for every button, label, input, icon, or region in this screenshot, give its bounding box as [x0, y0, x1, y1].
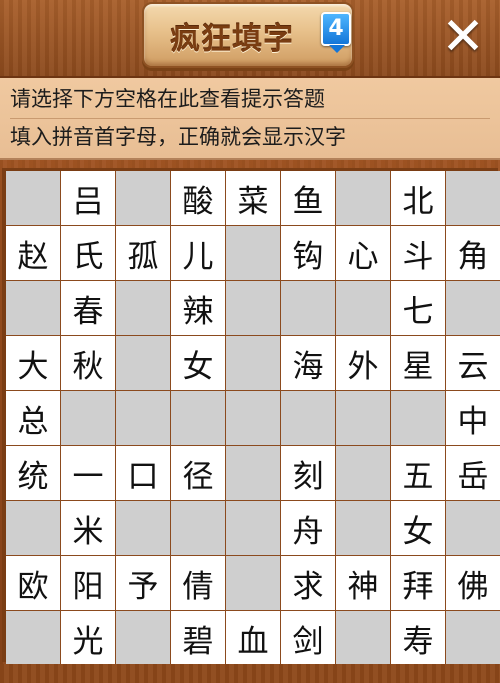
- grid-cell-filled[interactable]: 心: [336, 226, 390, 280]
- grid-cell-filled[interactable]: 吕: [61, 171, 115, 225]
- grid-cell-filled[interactable]: 径: [171, 446, 225, 500]
- grid-cell-blank: [226, 446, 280, 500]
- grid-cell-filled[interactable]: 鱼: [281, 171, 335, 225]
- grid-cell-filled[interactable]: 角: [446, 226, 500, 280]
- grid-cell-blank: [226, 556, 280, 610]
- grid-cell-blank: [336, 391, 390, 445]
- grid-cell-filled[interactable]: 辣: [171, 281, 225, 335]
- grid-cell-filled[interactable]: 斗: [391, 226, 445, 280]
- grid-cell-blank: [226, 226, 280, 280]
- grid-cell-blank: [391, 391, 445, 445]
- grid-cell-filled[interactable]: 佛: [446, 556, 500, 610]
- grid-cell-blank: [116, 391, 170, 445]
- grid-cell-filled[interactable]: 拜: [391, 556, 445, 610]
- grid-cell-filled[interactable]: 外: [336, 336, 390, 390]
- hint-line-1: 请选择下方空格在此查看提示答题: [10, 80, 490, 119]
- grid-cell-filled[interactable]: 五: [391, 446, 445, 500]
- grid-cell-filled[interactable]: 倩: [171, 556, 225, 610]
- grid-cell-blank: [226, 281, 280, 335]
- grid-cell-filled[interactable]: 海: [281, 336, 335, 390]
- grid-cell-blank: [171, 501, 225, 555]
- grid-cell-blank: [336, 611, 390, 665]
- grid-cell-filled[interactable]: 氏: [61, 226, 115, 280]
- grid-cell-filled[interactable]: 口: [116, 446, 170, 500]
- grid-cell-filled[interactable]: 中: [446, 391, 500, 445]
- grid-cell-filled[interactable]: 儿: [171, 226, 225, 280]
- grid-cell-blank: [116, 501, 170, 555]
- grid-cell-filled[interactable]: 剑: [281, 611, 335, 665]
- grid-cell-filled[interactable]: 血: [226, 611, 280, 665]
- grid-cell-blank: [6, 501, 60, 555]
- grid-cell-filled[interactable]: 菜: [226, 171, 280, 225]
- grid-cell-blank: [281, 391, 335, 445]
- game-title: 疯狂填字: [170, 22, 294, 57]
- grid-cell-filled[interactable]: 北: [391, 171, 445, 225]
- grid-cell-filled[interactable]: 米: [61, 501, 115, 555]
- grid-cell-filled[interactable]: 岳: [446, 446, 500, 500]
- grid-cell-blank: [336, 171, 390, 225]
- grid-cell-blank: [446, 281, 500, 335]
- grid-cell-filled[interactable]: 一: [61, 446, 115, 500]
- grid-cell-blank: [336, 281, 390, 335]
- grid-cell-filled[interactable]: 云: [446, 336, 500, 390]
- grid-cell-filled[interactable]: 阳: [61, 556, 115, 610]
- title-plate: 疯狂填字 4: [142, 2, 354, 68]
- grid-cell-blank: [116, 336, 170, 390]
- grid-cell-filled[interactable]: 碧: [171, 611, 225, 665]
- grid-cell-blank: [336, 446, 390, 500]
- grid-cell-filled[interactable]: 孤: [116, 226, 170, 280]
- grid-cell-blank: [6, 281, 60, 335]
- grid-cell-filled[interactable]: 神: [336, 556, 390, 610]
- grid-cell-filled[interactable]: 求: [281, 556, 335, 610]
- grid-cell-filled[interactable]: 星: [391, 336, 445, 390]
- grid-cell-filled[interactable]: 钩: [281, 226, 335, 280]
- grid-cell-filled[interactable]: 刻: [281, 446, 335, 500]
- grid-cell-filled[interactable]: 酸: [171, 171, 225, 225]
- grid-cell-blank: [116, 281, 170, 335]
- grid-cell-blank: [171, 391, 225, 445]
- grid-cell-blank: [226, 391, 280, 445]
- grid-cell-blank: [446, 611, 500, 665]
- grid-cell-blank: [61, 391, 115, 445]
- grid-cell-filled[interactable]: 舟: [281, 501, 335, 555]
- grid-cell-blank: [116, 611, 170, 665]
- grid-cell-filled[interactable]: 女: [171, 336, 225, 390]
- grid-cell-blank: [281, 281, 335, 335]
- level-badge: 4: [321, 12, 351, 53]
- grid-cell-blank: [446, 501, 500, 555]
- grid-cell-filled[interactable]: 春: [61, 281, 115, 335]
- grid-cell-blank: [226, 501, 280, 555]
- puzzle-board: 吕酸菜鱼北赵氏孤儿钩心斗角春辣七大秋女海外星云总中统一口径刻五岳米舟女欧阳予倩求…: [2, 168, 500, 665]
- grid-cell-blank: [226, 336, 280, 390]
- top-bar: 疯狂填字 4 ✕: [0, 0, 500, 78]
- grid-cell-filled[interactable]: 寿: [391, 611, 445, 665]
- grid-cell-blank: [6, 171, 60, 225]
- grid-cell-filled[interactable]: 秋: [61, 336, 115, 390]
- grid-cell-filled[interactable]: 大: [6, 336, 60, 390]
- grid-cell-filled[interactable]: 光: [61, 611, 115, 665]
- hint-line-2: 填入拼音首字母，正确就会显示汉字: [10, 125, 346, 149]
- close-button[interactable]: ✕: [438, 11, 488, 63]
- grid-cell-filled[interactable]: 欧: [6, 556, 60, 610]
- grid-cell-filled[interactable]: 女: [391, 501, 445, 555]
- grid-cell-blank: [116, 171, 170, 225]
- hint-panel: 请选择下方空格在此查看提示答题 填入拼音首字母，正确就会显示汉字: [0, 78, 500, 160]
- grid-cell-blank: [336, 501, 390, 555]
- grid-cell-filled[interactable]: 七: [391, 281, 445, 335]
- grid-cell-blank: [6, 611, 60, 665]
- grid-cell-filled[interactable]: 总: [6, 391, 60, 445]
- bottom-strip: [0, 664, 500, 683]
- grid-cell-filled[interactable]: 予: [116, 556, 170, 610]
- grid-cell-filled[interactable]: 统: [6, 446, 60, 500]
- grid-cell-filled[interactable]: 赵: [6, 226, 60, 280]
- puzzle-grid: 吕酸菜鱼北赵氏孤儿钩心斗角春辣七大秋女海外星云总中统一口径刻五岳米舟女欧阳予倩求…: [6, 171, 500, 665]
- grid-cell-blank: [446, 171, 500, 225]
